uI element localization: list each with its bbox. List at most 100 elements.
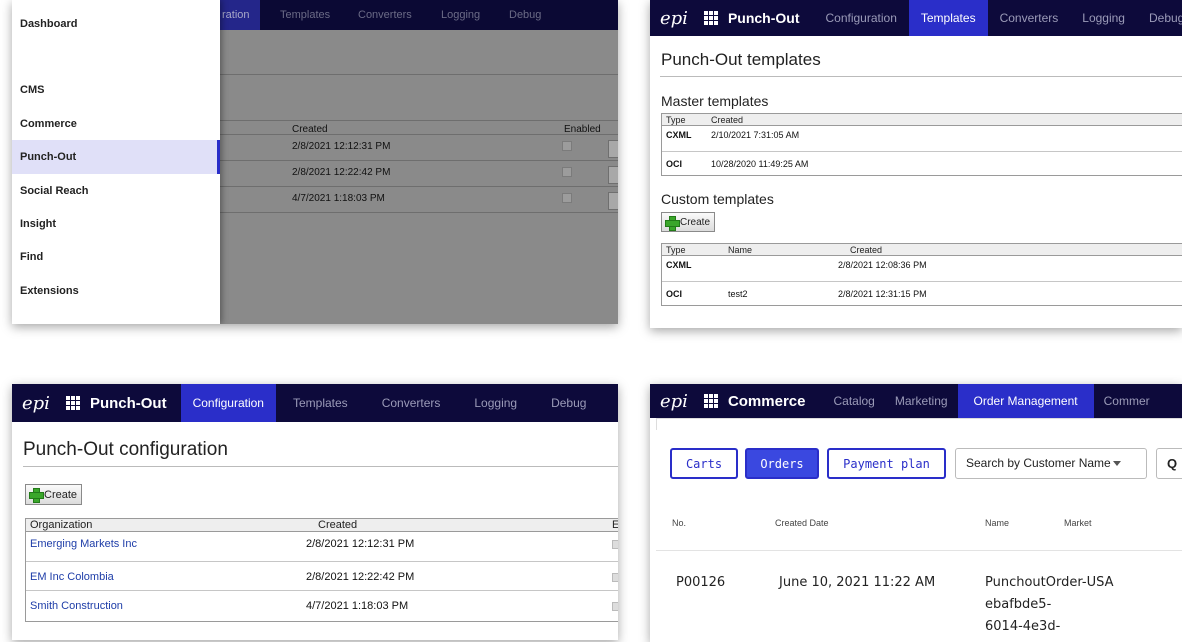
master-templates-heading: Master templates	[661, 93, 769, 109]
order-created-date: June 10, 2021 11:22 AM	[779, 575, 936, 590]
dimmed-enabled-checkbox	[562, 167, 572, 177]
table-header: Type Name Created	[662, 244, 1182, 256]
menu-item-extensions[interactable]: Extensions	[12, 274, 220, 308]
tab-templates[interactable]: Templates	[276, 385, 365, 421]
title-rule	[23, 466, 618, 467]
tab-logging[interactable]: Logging	[457, 385, 534, 421]
dimmed-row-rule	[220, 160, 618, 161]
plus-icon	[665, 215, 680, 231]
tab-converters[interactable]: Converters	[365, 385, 458, 421]
dimmed-edit-icon	[608, 166, 618, 184]
table-row[interactable]: OCI 10/28/2020 11:49:25 AM	[662, 152, 1182, 176]
chevron-down-icon	[1112, 461, 1121, 467]
cell-created: 2/8/2021 12:22:42 PM	[306, 571, 415, 583]
cell-created: 2/8/2021 12:31:15 PM	[838, 289, 927, 299]
dimmed-edit-icon	[608, 192, 618, 210]
header-enabled: E	[612, 519, 618, 531]
dimmed-row-created: 2/8/2021 12:22:42 PM	[292, 167, 391, 178]
menu-item-find[interactable]: Find	[12, 240, 220, 274]
carts-button[interactable]: Carts	[670, 448, 738, 479]
dimmed-row-created: 4/7/2021 1:18:03 PM	[292, 193, 385, 204]
custom-templates-heading: Custom templates	[661, 191, 774, 207]
organization-link[interactable]: EM Inc Colombia	[30, 571, 114, 583]
master-templates-table: Type Created CXML 2/10/2021 7:31:05 AM O…	[661, 113, 1182, 176]
menu-item-insight[interactable]: Insight	[12, 207, 220, 241]
dimmed-row-rule	[220, 186, 618, 187]
tab-converters[interactable]: Converters	[988, 0, 1071, 36]
table-row[interactable]: OCI test2 2/8/2021 12:31:15 PM	[662, 282, 1182, 306]
cell-name: test2	[728, 289, 748, 299]
enabled-checkbox[interactable]	[612, 540, 618, 549]
search-by-label: Search by Customer Name	[966, 456, 1111, 470]
panel-punchout-configuration: epi Punch-Out Configuration Templates Co…	[12, 384, 618, 640]
menu-item-commerce[interactable]: Commerce	[12, 107, 220, 141]
page-title: Punch-Out configuration	[23, 439, 228, 460]
table-row[interactable]: CXML 2/8/2021 12:08:36 PM	[662, 257, 1182, 282]
organization-link[interactable]: Emerging Markets Inc	[30, 538, 137, 550]
dimmed-title-rule	[220, 74, 618, 75]
cell-created: 2/8/2021 12:08:36 PM	[838, 260, 927, 270]
create-button[interactable]: Create	[661, 212, 716, 232]
panel-commerce-orders: epi Commerce Catalog Marketing Order Man…	[650, 384, 1182, 642]
create-label: Create	[44, 488, 78, 501]
tab-order-management[interactable]: Order Management	[957, 384, 1094, 418]
table-row[interactable]: Emerging Markets Inc 2/8/2021 12:12:31 P…	[26, 533, 618, 562]
menu-item-dashboard[interactable]: Dashboard	[12, 7, 220, 41]
dimmed-row-rule	[220, 212, 618, 213]
enabled-checkbox[interactable]	[612, 573, 618, 582]
table-row[interactable]: CXML 2/10/2021 7:31:05 AM	[662, 127, 1182, 152]
dimmed-row-created: 2/8/2021 12:12:31 PM	[292, 141, 391, 152]
tab-commerce-manager[interactable]: Commer	[1094, 384, 1160, 418]
tab-debug[interactable]: Debug	[1137, 0, 1182, 36]
menu-item-punch-out[interactable]: Punch-Out	[12, 140, 220, 174]
order-name-line: PunchoutOrder-USA	[985, 575, 1114, 590]
order-number[interactable]: P00126	[676, 575, 725, 590]
header-name: Name	[728, 245, 753, 255]
cell-type: CXML	[666, 260, 692, 270]
dimmed-enabled-checkbox	[562, 193, 572, 203]
tab-catalog[interactable]: Catalog	[823, 384, 884, 418]
header-created: Created	[850, 245, 883, 255]
app-grid-icon[interactable]	[703, 11, 718, 25]
epi-logo[interactable]: epi	[650, 391, 698, 412]
cell-created: 2/8/2021 12:12:31 PM	[306, 538, 415, 550]
table-row[interactable]: EM Inc Colombia 2/8/2021 12:22:42 PM	[26, 562, 618, 591]
menu-item-social-reach[interactable]: Social Reach	[12, 174, 220, 208]
tab-configuration[interactable]: Configuration	[180, 384, 276, 422]
orders-button[interactable]: Orders	[745, 448, 819, 479]
organization-link[interactable]: Smith Construction	[30, 600, 123, 612]
dimmed-table-top-rule	[220, 120, 618, 121]
dimmed-tab-templates: Templates	[280, 9, 331, 21]
order-name-line: 6014-4e3d-	[985, 619, 1061, 634]
menu-item-cms[interactable]: CMS	[12, 73, 220, 107]
tab-templates[interactable]: Templates	[908, 0, 988, 36]
cell-created: 10/28/2020 11:49:25 AM	[711, 159, 809, 169]
search-by-select[interactable]: Search by Customer Name	[955, 448, 1147, 479]
payment-plan-button[interactable]: Payment plan	[827, 448, 946, 479]
table-row[interactable]: Smith Construction 4/7/2021 1:18:03 PM	[26, 591, 618, 621]
create-button[interactable]: Create	[25, 484, 83, 505]
header-created: Created	[711, 115, 744, 125]
tab-marketing[interactable]: Marketing	[885, 384, 958, 418]
dimmed-header-rule	[220, 134, 618, 135]
search-query-input[interactable]: Q	[1156, 448, 1182, 479]
epi-logo[interactable]: epi	[650, 8, 698, 29]
app-title: Punch-Out	[727, 10, 800, 26]
main-menu: Dashboard CMS Commerce Punch-Out Social …	[12, 0, 220, 324]
header-type: Type	[666, 245, 686, 255]
epi-logo[interactable]: epi	[12, 393, 60, 414]
header-name: Name	[985, 518, 1010, 528]
panel-main-menu: ration Templates Converters Logging Debu…	[12, 0, 618, 324]
tab-debug[interactable]: Debug	[534, 385, 603, 421]
tab-logging[interactable]: Logging	[1070, 0, 1137, 36]
cell-type: CXML	[666, 130, 692, 140]
app-grid-icon[interactable]	[65, 396, 80, 410]
app-grid-icon[interactable]	[703, 394, 718, 408]
tab-configuration[interactable]: Configuration	[813, 0, 908, 36]
cell-type: OCI	[666, 159, 683, 169]
header-created: Created	[318, 519, 358, 531]
cell-created: 4/7/2021 1:18:03 PM	[306, 600, 409, 612]
enabled-checkbox[interactable]	[612, 602, 618, 611]
cell-created: 2/10/2021 7:31:05 AM	[711, 130, 800, 140]
top-nav: epi Commerce Catalog Marketing Order Man…	[650, 384, 1182, 418]
